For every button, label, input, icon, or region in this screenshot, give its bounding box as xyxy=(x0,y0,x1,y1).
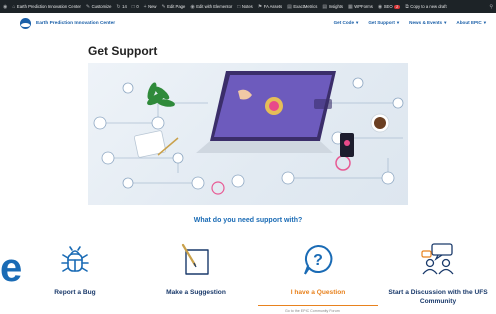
admin-item-label: Edit with Elementor xyxy=(196,4,233,9)
admin-item-label: Customize xyxy=(91,4,112,9)
admin-item-exactmetrics[interactable]: ▤ ExactMetrics xyxy=(287,4,317,10)
search-icon: ⚲ xyxy=(489,3,493,10)
start-discussion-label: Start a Discussion with the UFS Communit… xyxy=(388,289,488,305)
home-icon: ⌂ xyxy=(12,3,16,10)
make-suggestion-card[interactable]: Make a Suggestion xyxy=(136,240,256,297)
discussion-people-icon xyxy=(418,240,458,280)
pencil-icon: ✎ xyxy=(161,3,166,10)
support-question-heading: What do you need support with? xyxy=(193,217,303,224)
nav-get-code[interactable]: Get Code ▾ xyxy=(334,20,359,26)
notes-icon: □ xyxy=(237,3,241,10)
admin-item-edit-page[interactable]: ✎ Edit Page xyxy=(161,4,185,10)
plus-icon: + xyxy=(143,3,147,10)
admin-item-label: Earth Prediction Innovation Center xyxy=(16,4,81,9)
main-nav: Get Code ▾ Get Support ▾ News & Events ▾ Ab… xyxy=(334,20,486,26)
report-bug-card[interactable]: Report a Bug xyxy=(15,240,135,297)
page-title: Get Support xyxy=(88,44,158,58)
notepad-pencil-icon xyxy=(176,240,216,280)
fa-icon: ⚑ xyxy=(257,3,263,10)
comment-icon: □ xyxy=(131,3,135,10)
nav-label: News & Events xyxy=(409,20,443,25)
nav-label: Get Support xyxy=(368,20,395,25)
admin-item-label: New xyxy=(148,4,157,9)
refresh-icon: ↻ xyxy=(116,3,121,10)
nav-about-epic[interactable]: About EPIC ▾ xyxy=(456,20,486,26)
support-options: Report a Bug Make a Suggestion ? I have … xyxy=(0,240,496,314)
admin-item-fa-assets[interactable]: ⚑ FA Assets xyxy=(258,4,282,10)
site-title[interactable]: Earth Prediction Innovation Center xyxy=(36,21,115,26)
admin-item-label: WPForms xyxy=(354,4,373,9)
nav-label: About EPIC xyxy=(456,20,482,25)
svg-text:?: ? xyxy=(313,252,323,269)
wpforms-icon: ▦ xyxy=(348,3,353,10)
admin-item-new[interactable]: + New xyxy=(144,4,157,10)
seo-icon: ◉ xyxy=(377,3,383,10)
admin-search[interactable]: ⚲ xyxy=(489,4,493,10)
admin-item-insights[interactable]: ▤ Insights xyxy=(322,4,343,10)
admin-item-label: Notes xyxy=(241,4,253,9)
active-card-underline xyxy=(258,305,378,306)
admin-item-customize[interactable]: ✎ Customize xyxy=(86,4,111,10)
admin-item-label: Edit Page xyxy=(167,4,186,9)
seo-badge: 2 xyxy=(394,4,401,9)
admin-item-copy-draft[interactable]: ⧉ Copy to a new draft xyxy=(405,4,446,10)
elementor-icon: ◉ xyxy=(190,3,195,10)
wordpress-menu[interactable]: ◉ xyxy=(3,4,7,10)
chevron-down-icon: ▾ xyxy=(483,20,486,25)
admin-item-updates[interactable]: ↻ 14 xyxy=(116,4,126,10)
admin-item-elementor[interactable]: ◉ Edit with Elementor xyxy=(190,4,232,10)
admin-bar: ◉ ⌂ Earth Prediction Innovation Center ✎ C… xyxy=(0,0,496,13)
ask-question-label: I have a Question xyxy=(290,289,346,296)
admin-item-label: FA Assets xyxy=(263,4,283,9)
hero-illustration xyxy=(93,71,404,195)
make-suggestion-label: Make a Suggestion xyxy=(166,289,226,296)
forum-link[interactable]: Go to the EPIC Community Forum xyxy=(285,309,340,313)
admin-item-label: Insights xyxy=(328,4,344,9)
nav-label: Get Code xyxy=(333,20,354,25)
start-discussion-card[interactable]: Start a Discussion with the UFS Communit… xyxy=(378,240,496,306)
report-bug-label: Report a Bug xyxy=(54,289,96,296)
noaa-logo[interactable] xyxy=(20,17,31,29)
admin-item-label: Copy to a new draft xyxy=(410,4,447,9)
admin-item-notes[interactable]: □ Notes xyxy=(237,4,252,10)
chevron-down-icon: ▾ xyxy=(444,20,447,25)
chart-icon: ▤ xyxy=(287,3,292,10)
site-header: Earth Prediction Innovation Center Get C… xyxy=(0,13,496,33)
nav-news-events[interactable]: News & Events ▾ xyxy=(409,20,446,26)
admin-item-seo[interactable]: ◉ SEO 2 xyxy=(377,3,401,10)
admin-item-label: ExactMetrics xyxy=(293,4,318,9)
admin-item-wpforms[interactable]: ▦ WPForms xyxy=(348,4,373,10)
copy-icon: ⧉ xyxy=(405,3,409,10)
hero-image xyxy=(88,63,408,205)
question-bubble-icon: ? xyxy=(298,240,338,280)
wordpress-icon: ◉ xyxy=(3,3,8,10)
bug-icon xyxy=(55,240,95,280)
chevron-down-icon: ▾ xyxy=(356,20,359,25)
chevron-down-icon: ▾ xyxy=(396,20,400,25)
ask-question-card[interactable]: ? I have a Question xyxy=(258,240,378,297)
brush-icon: ✎ xyxy=(85,3,91,10)
admin-item-label: 0 xyxy=(136,4,139,9)
nav-get-support[interactable]: Get Support ▾ xyxy=(368,20,399,26)
admin-item-site[interactable]: ⌂ Earth Prediction Innovation Center xyxy=(12,4,81,10)
admin-item-comments[interactable]: □ 0 xyxy=(132,4,139,10)
admin-item-label: 14 xyxy=(122,4,127,9)
insights-icon: ▤ xyxy=(322,3,328,10)
admin-item-label: SEO xyxy=(383,4,393,9)
